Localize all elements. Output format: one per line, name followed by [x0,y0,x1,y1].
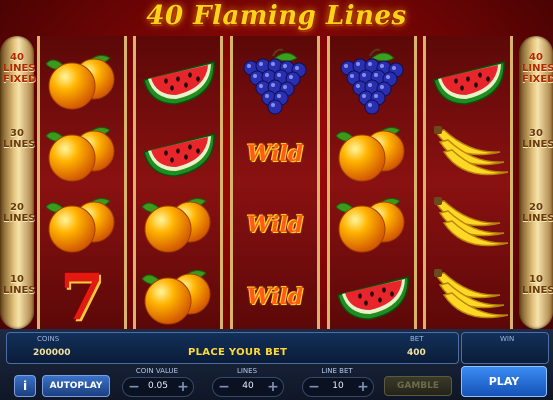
seven-symbol: 7 [59,259,105,335]
info-button[interactable]: i [14,375,36,397]
coin-value-display: 0.05 [147,381,169,391]
play-button[interactable]: PLAY [461,366,547,397]
grapes-symbol [340,48,404,115]
autoplay-button[interactable]: AUTOPLAY [42,375,110,397]
grapes-symbol [243,48,307,115]
orange-symbol [45,197,115,253]
lines-control: − 40 + [212,377,284,397]
left-lines-30-indicator: 30 LINES [3,128,36,150]
left-lines-10-indicator: 10 LINES [3,274,36,296]
balance-info-box: COINS 200000 PLACE YOUR BET BET 400 [6,332,459,364]
gamble-button[interactable]: GAMBLE [384,376,452,396]
left-lines-40-indicator: 40 LINES FIXED [3,52,37,85]
coin-value-label: COIN VALUE [135,367,179,375]
line-bet-label: LINE BET [321,367,353,375]
orange-symbol [45,54,115,110]
banana-symbol [434,126,509,176]
coins-label: COINS [37,335,60,343]
wild-symbol: Wild [246,141,304,167]
win-label: WIN [500,335,515,343]
lines-minus-button[interactable]: − [216,379,232,395]
orange-symbol [45,126,115,182]
reel-1: 7 [37,36,127,335]
orange-symbol [335,197,405,253]
orange-symbol [141,269,211,325]
lines-label: LINES [236,367,258,375]
banana-symbol [434,269,509,319]
orange-symbol [335,126,405,182]
right-lines-40-indicator: 40 LINES FIXED [522,52,553,85]
reel-2 [133,36,223,329]
wild-symbol: Wild [246,212,304,238]
line-bet-display: 10 [332,381,344,391]
watermelon-symbol [143,61,215,105]
watermelon-symbol [143,133,215,177]
coin-value-control: − 0.05 + [122,377,194,397]
lines-plus-button[interactable]: + [265,379,281,395]
right-line-indicator-bar: 40 LINES FIXED 30 LINES 20 LINES 10 LINES [519,36,553,329]
reel-3: Wild Wild Wild [230,36,320,329]
win-info-box: WIN [461,332,549,364]
left-line-indicator-bar: 40 LINES FIXED 30 LINES 20 LINES 10 LINES [0,36,37,329]
reel-4 [327,36,417,329]
status-message: PLACE YOUR BET [188,347,288,358]
left-lines-20-indicator: 20 LINES [3,202,36,224]
lines-display: 40 [242,381,254,391]
coin-value-plus-button[interactable]: + [175,379,191,395]
watermelon-symbol [433,61,505,105]
reel-5 [423,36,513,329]
wild-symbol: Wild [246,284,304,310]
orange-symbol [141,197,211,253]
line-bet-plus-button[interactable]: + [355,379,371,395]
coin-value-minus-button[interactable]: − [126,379,142,395]
bet-label: BET [410,335,424,343]
coins-value: 200000 [33,348,71,358]
right-lines-10-indicator: 10 LINES [522,274,553,296]
line-bet-minus-button[interactable]: − [306,379,322,395]
watermelon-symbol [337,276,409,320]
game-title: 40 Flaming Lines [146,1,407,31]
banana-symbol [434,197,509,247]
right-lines-20-indicator: 20 LINES [522,202,553,224]
right-lines-30-indicator: 30 LINES [522,128,553,150]
bet-value: 400 [407,348,426,358]
line-bet-control: − 10 + [302,377,374,397]
